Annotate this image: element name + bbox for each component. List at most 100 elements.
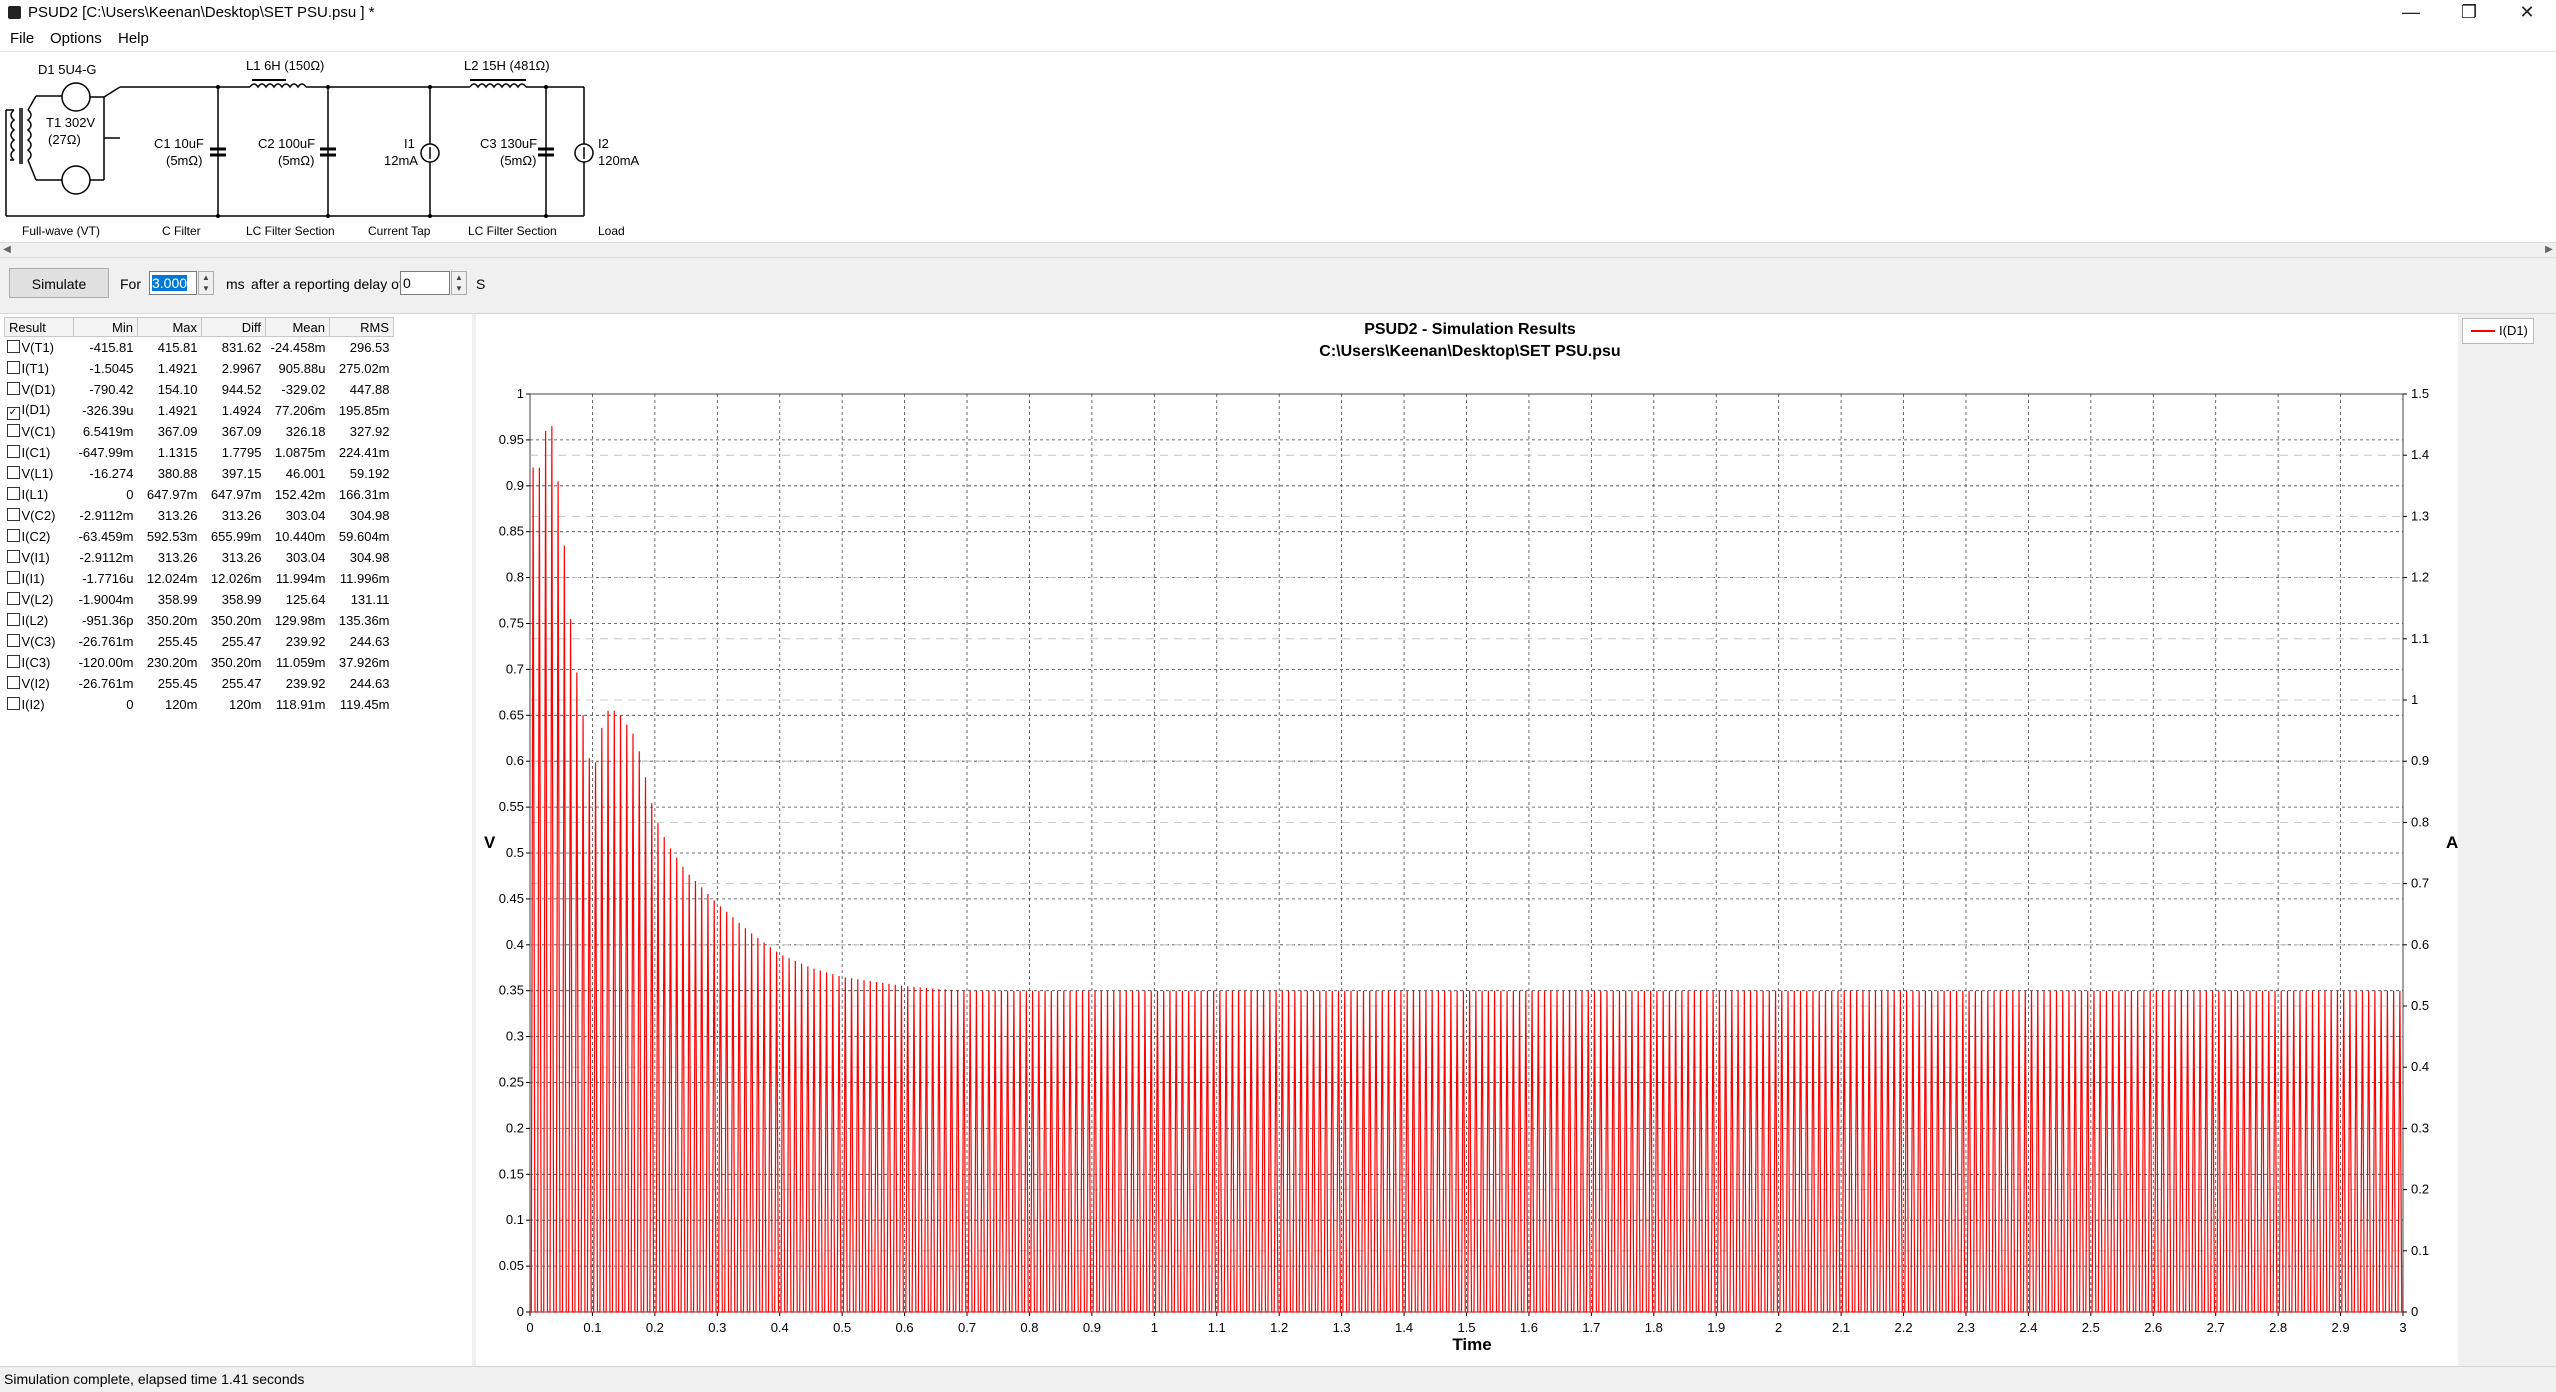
result-name-cell[interactable]: I(I1)	[5, 568, 74, 589]
menu-file[interactable]: File	[10, 30, 34, 47]
result-checkbox[interactable]	[6, 340, 20, 353]
result-checkbox[interactable]	[6, 529, 20, 542]
menu-options[interactable]: Options	[50, 30, 102, 47]
x-tick-label: 1.7	[1582, 1320, 1600, 1335]
y2-tick-label: 0	[2411, 1304, 2418, 1319]
col-max[interactable]: Max	[137, 317, 202, 337]
x-tick-label: 0.8	[1020, 1320, 1038, 1335]
chart-legend[interactable]: I(D1)	[2462, 318, 2534, 344]
result-rms-cell: 59.604m	[338, 529, 390, 544]
result-checkbox[interactable]: ✓	[6, 406, 20, 420]
col-rms[interactable]: RMS	[329, 317, 394, 337]
table-row[interactable]: I(I1) -1.7716u 12.024m 12.026m 11.994m 11.996…	[5, 568, 394, 589]
result-name-cell[interactable]: I(C3)	[5, 652, 74, 673]
scroll-left-icon[interactable]: ◀	[0, 243, 14, 257]
result-checkbox[interactable]	[6, 424, 20, 437]
table-row[interactable]: I(C3) -120.00m 230.20m 350.20m 11.059m 37.926…	[5, 652, 394, 673]
x-tick-label: 2.6	[2144, 1320, 2162, 1335]
result-rms-cell: 244.63	[349, 634, 390, 649]
table-row[interactable]: V(L2) -1.9004m 358.99 358.99 125.64 131.11	[5, 589, 394, 610]
section-load: Load	[598, 224, 625, 238]
result-name-cell[interactable]: I(T1)	[5, 358, 74, 379]
result-checkbox[interactable]	[6, 697, 20, 710]
table-row[interactable]: V(C1) 6.5419m 367.09 367.09 326.18 327.92	[5, 421, 394, 442]
minimize-button[interactable]: —	[2382, 0, 2440, 26]
result-name-cell[interactable]: V(C1)	[5, 421, 74, 442]
result-name-cell[interactable]: I(L2)	[5, 610, 74, 631]
table-row[interactable]: V(I1) -2.9112m 313.26 313.26 303.04 304.98	[5, 547, 394, 568]
table-row[interactable]: I(L2) -951.36p 350.20m 350.20m 129.98m 135.36…	[5, 610, 394, 631]
menu-help[interactable]: Help	[118, 30, 149, 47]
duration-value: 3.000	[152, 275, 188, 291]
table-row[interactable]: V(L1) -16.274 380.88 397.15 46.001 59.192	[5, 463, 394, 484]
y-tick-label: 0.65	[499, 707, 524, 722]
result-checkbox[interactable]	[6, 613, 20, 626]
result-name-cell[interactable]: V(I1)	[5, 547, 74, 568]
table-row[interactable]: I(I2) 0 120m 120m 118.91m 119.45m	[5, 694, 394, 715]
result-name-cell[interactable]: V(L2)	[5, 589, 74, 610]
col-diff[interactable]: Diff	[201, 317, 266, 337]
result-name-cell[interactable]: V(I2)	[5, 673, 74, 694]
y2-tick-label: 1.5	[2411, 386, 2429, 401]
table-row[interactable]: V(I2) -26.761m 255.45 255.47 239.92 244.63	[5, 673, 394, 694]
result-name-cell[interactable]: V(L1)	[5, 463, 74, 484]
result-min-cell: -63.459m	[78, 529, 134, 544]
result-name: V(D1)	[21, 382, 56, 397]
col-mean[interactable]: Mean	[265, 317, 330, 337]
x-tick-label: 0	[526, 1320, 533, 1335]
table-row[interactable]: I(C1) -647.99m 1.1315 1.7795 1.0875m 224.41m	[5, 442, 394, 463]
result-rms-cell: 304.98	[349, 508, 390, 523]
y2-axis-ticks: 0 0.1 0.2 0.3 0.4 0.5 0.6 0.7 0.8 0.9 1 1.1 1.2 1.3 1.…	[2403, 386, 2429, 1319]
col-result[interactable]: Result	[4, 317, 74, 337]
result-checkbox[interactable]	[6, 655, 20, 668]
result-name: I(I1)	[21, 571, 45, 586]
maximize-button[interactable]: ❐	[2440, 0, 2498, 26]
table-row[interactable]: V(C2) -2.9112m 313.26 313.26 303.04 304.98	[5, 505, 394, 526]
result-checkbox[interactable]	[6, 550, 20, 563]
duration-spinner-icon[interactable]: ▲ ▼	[198, 271, 214, 295]
result-name-cell[interactable]: V(D1)	[5, 379, 74, 400]
result-name-cell[interactable]: I(I2)	[5, 694, 74, 715]
result-checkbox[interactable]	[6, 508, 20, 521]
close-button[interactable]: ✕	[2498, 0, 2556, 26]
result-checkbox[interactable]	[6, 634, 20, 647]
duration-input[interactable]: 3.000	[149, 271, 197, 295]
result-checkbox[interactable]	[6, 361, 20, 374]
col-min[interactable]: Min	[73, 317, 138, 337]
table-row[interactable]: V(C3) -26.761m 255.45 255.47 239.92 244.63	[5, 631, 394, 652]
simulate-button[interactable]: Simulate	[9, 268, 109, 298]
table-row[interactable]: I(L1) 0 647.97m 647.97m 152.42m 166.31m	[5, 484, 394, 505]
y-tick-label: 0.6	[506, 753, 524, 768]
result-min-cell: 6.5419m	[82, 424, 134, 439]
result-name-cell[interactable]: ✓ I(D1)	[5, 400, 74, 421]
result-name-cell[interactable]: I(C1)	[5, 442, 74, 463]
result-checkbox[interactable]	[6, 592, 20, 605]
result-checkbox[interactable]	[6, 676, 20, 689]
result-checkbox[interactable]	[6, 571, 20, 584]
table-row[interactable]: ✓ I(D1) -326.39u 1.4921 1.4924 77.206m 195.85m	[5, 400, 394, 421]
result-name-cell[interactable]: V(T1)	[5, 337, 74, 359]
y2-tick-label: 1.1	[2411, 631, 2429, 646]
result-checkbox[interactable]	[6, 466, 20, 479]
table-row[interactable]: V(D1) -790.42 154.10 944.52 -329.02 447.88	[5, 379, 394, 400]
table-row[interactable]: I(T1) -1.5045 1.4921 2.9967 905.88u 275.02m	[5, 358, 394, 379]
result-name-cell[interactable]: I(C2)	[5, 526, 74, 547]
delay-spinner-icon[interactable]: ▲ ▼	[451, 271, 467, 295]
result-name-cell[interactable]: V(C2)	[5, 505, 74, 526]
table-row[interactable]: I(C2) -63.459m 592.53m 655.99m 10.440m 59.604…	[5, 526, 394, 547]
table-row[interactable]: V(T1) -415.81 415.81 831.62 -24.458m 296.53	[5, 337, 394, 359]
result-checkbox[interactable]	[6, 487, 20, 500]
schematic-scrollbar[interactable]: ◀ ▶	[0, 242, 2556, 258]
result-diff-cell: 313.26	[221, 508, 262, 523]
x-tick-label: 1.5	[1457, 1320, 1475, 1335]
y-tick-label: 0.45	[499, 891, 524, 906]
result-checkbox[interactable]	[6, 445, 20, 458]
result-name-cell[interactable]: I(L1)	[5, 484, 74, 505]
result-checkbox[interactable]	[6, 382, 20, 395]
delay-input[interactable]: 0	[400, 271, 450, 295]
t1-label: T1 302V	[46, 115, 95, 130]
x-tick-label: 3	[2399, 1320, 2406, 1335]
scroll-right-icon[interactable]: ▶	[2542, 243, 2556, 257]
result-name-cell[interactable]: V(C3)	[5, 631, 74, 652]
y-tick-label: 0.55	[499, 799, 524, 814]
